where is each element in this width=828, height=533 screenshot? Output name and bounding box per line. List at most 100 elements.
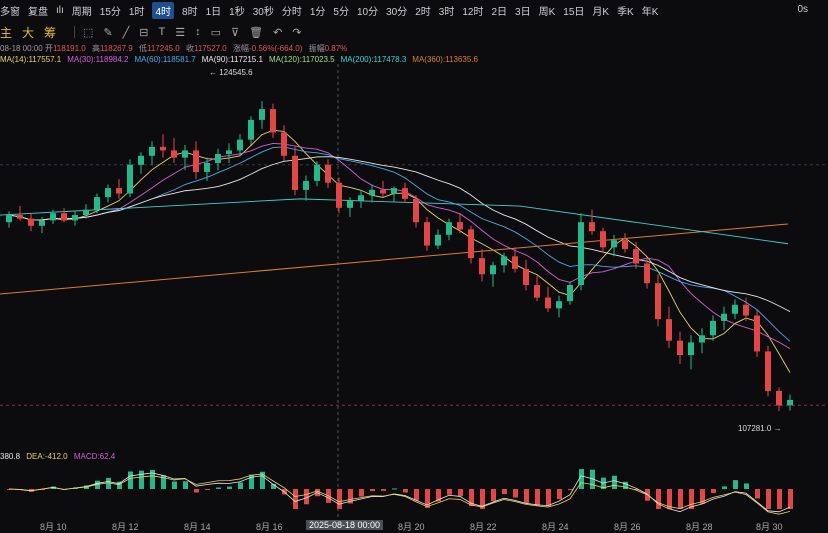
multi-window-button[interactable]: 多窗 xyxy=(0,3,20,18)
interval-5[interactable]: 8时 xyxy=(182,3,198,18)
tab-large[interactable]: 大 xyxy=(22,24,34,41)
interval-15[interactable]: 3时 xyxy=(439,3,455,18)
replay-button[interactable]: 复盘 xyxy=(28,3,48,18)
interval-12[interactable]: 10分 xyxy=(357,3,378,18)
macd-bar xyxy=(766,489,771,509)
ohlc-high: 118267.9 xyxy=(99,44,133,53)
time-tick-6: 8月 22 xyxy=(470,522,497,532)
macd-bar xyxy=(172,481,177,489)
macd-bar xyxy=(722,486,727,489)
ma-label-3: MA(90):117215.1 xyxy=(201,55,263,64)
delete-icon[interactable]: 🗑 xyxy=(249,26,263,39)
candle-body xyxy=(204,162,210,172)
interval-4[interactable]: 4时 xyxy=(152,1,175,19)
pen-icon[interactable]: ✎ xyxy=(103,26,112,39)
interval-2[interactable]: 15分 xyxy=(100,3,121,18)
candle-body xyxy=(39,220,45,226)
interval-7[interactable]: 1秒 xyxy=(229,3,245,18)
candle-body xyxy=(578,222,584,286)
macd-bar xyxy=(139,470,144,489)
candle-body xyxy=(512,256,518,269)
interval-19[interactable]: 周K xyxy=(539,3,556,18)
macd-bar xyxy=(205,489,210,490)
candle-body xyxy=(754,315,760,352)
macd-bar xyxy=(755,489,760,499)
chart-type-icon[interactable]: ılı xyxy=(56,5,64,16)
macd-bar xyxy=(370,489,375,492)
ma-line-0 xyxy=(8,129,791,373)
candle-body xyxy=(633,249,639,264)
ohlc-time: 08-18 00:00 xyxy=(0,44,43,53)
tab-chips[interactable]: 筹 xyxy=(44,24,56,41)
text-icon[interactable]: T xyxy=(159,26,166,38)
interval-23[interactable]: 年K xyxy=(642,3,659,18)
macd-bar xyxy=(568,489,573,491)
candle-body xyxy=(732,304,738,314)
macd-bar xyxy=(227,486,232,489)
macd-bar xyxy=(788,489,793,509)
ruler-icon[interactable]: ⊟ xyxy=(139,26,148,39)
interval-8[interactable]: 30秒 xyxy=(253,3,274,18)
macd-legend: 380.8 DEA:-412.0 MACD:62.4 xyxy=(0,452,119,461)
interval-6[interactable]: 1日 xyxy=(206,3,222,18)
candle-body xyxy=(589,222,595,232)
candle-body xyxy=(644,263,650,284)
macd-bar xyxy=(458,489,463,497)
redo-icon[interactable]: ↷ xyxy=(292,26,301,39)
candle-body xyxy=(677,340,683,356)
shape-icon[interactable]: ▭ xyxy=(211,26,221,39)
macd-dif: 380.8 xyxy=(0,452,21,461)
candle-body xyxy=(666,319,672,341)
ohlc-close: 117527.0 xyxy=(193,44,227,53)
candle-body xyxy=(94,197,100,210)
interval-17[interactable]: 2日 xyxy=(491,3,507,18)
interval-22[interactable]: 季K xyxy=(617,3,634,18)
interval-20[interactable]: 15日 xyxy=(563,3,584,18)
ma-line-2 xyxy=(8,146,791,342)
candle-body xyxy=(523,268,529,286)
trendline-icon[interactable]: ╱ xyxy=(123,26,130,39)
candle-body xyxy=(325,164,331,183)
interval-13[interactable]: 30分 xyxy=(386,3,407,18)
macd-bar xyxy=(513,489,518,498)
candle-body xyxy=(556,301,562,309)
measure-icon[interactable]: ↕ xyxy=(195,26,201,38)
interval-18[interactable]: 3日 xyxy=(515,3,531,18)
interval-16[interactable]: 12时 xyxy=(462,3,483,18)
ohlc-amplitude: 0.87% xyxy=(324,44,348,53)
candle-body xyxy=(743,304,749,316)
candle-body xyxy=(83,209,89,216)
candle-body xyxy=(237,139,243,151)
macd-bar xyxy=(183,481,188,489)
candle-body xyxy=(622,240,628,250)
tab-main[interactable]: 主 xyxy=(0,24,12,41)
interval-14[interactable]: 2时 xyxy=(415,3,431,18)
macd-bar xyxy=(359,489,364,497)
candle-body xyxy=(655,283,661,320)
interval-10[interactable]: 1分 xyxy=(310,3,326,18)
candle-body xyxy=(457,222,463,230)
macd-bar xyxy=(337,489,342,509)
filter-icon[interactable]: ⊽ xyxy=(231,26,239,39)
interval-9[interactable]: 分时 xyxy=(282,3,302,18)
interval-11[interactable]: 5分 xyxy=(333,3,349,18)
interval-3[interactable]: 1时 xyxy=(129,3,145,18)
candle-body xyxy=(127,164,133,194)
macd-bar xyxy=(678,489,683,509)
macd-dif-line xyxy=(8,472,791,513)
select-icon[interactable]: ⬚ xyxy=(83,26,93,39)
period-dropdown[interactable]: 周期 xyxy=(72,3,92,18)
candle-body xyxy=(116,188,122,194)
candle-body xyxy=(402,188,408,199)
undo-icon[interactable]: ↶ xyxy=(273,26,282,39)
ma-label-4: MA(120):117023.5 xyxy=(268,55,335,64)
candle-body xyxy=(369,189,375,196)
candle-body xyxy=(17,215,23,219)
ohlc-readout: 08-18 00:00 开118191.0 高118267.9 低117245.… xyxy=(0,43,351,54)
candle-body xyxy=(281,132,287,156)
interval-21[interactable]: 月K xyxy=(592,3,609,18)
candlestick-chart[interactable] xyxy=(0,64,828,518)
candle-body xyxy=(435,234,441,246)
fib-icon[interactable]: ☰ xyxy=(175,26,185,39)
ma-line-360 xyxy=(0,223,789,295)
